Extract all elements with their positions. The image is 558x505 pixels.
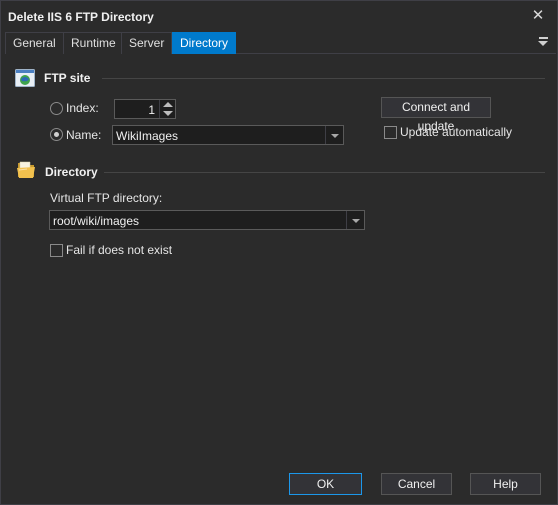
directory-divider (104, 172, 545, 173)
stepper-down-icon[interactable] (163, 111, 173, 116)
chevron-down-icon[interactable] (325, 126, 343, 144)
virtual-dir-label: Virtual FTP directory: (50, 191, 163, 205)
close-button[interactable]: ✕ (529, 7, 547, 25)
ok-button[interactable]: OK (289, 473, 362, 495)
name-radio[interactable] (50, 128, 63, 141)
update-automatically-label: Update automatically (400, 125, 513, 139)
tab-general[interactable]: General (5, 32, 64, 54)
index-radio[interactable] (50, 102, 63, 115)
index-stepper-arrows[interactable] (159, 100, 175, 118)
cancel-button[interactable]: Cancel (381, 473, 452, 495)
help-button[interactable]: Help (470, 473, 541, 495)
index-label: Index: (66, 101, 99, 115)
directory-header: Directory (45, 165, 98, 179)
name-combo[interactable]: WikiImages (112, 125, 344, 145)
name-label: Name: (66, 128, 102, 142)
tab-menu-icon[interactable] (538, 36, 550, 48)
tab-runtime[interactable]: Runtime (63, 32, 124, 54)
chevron-down-icon[interactable] (346, 211, 364, 229)
stepper-up-icon[interactable] (163, 102, 173, 107)
tab-bar: General Runtime Server Directory (5, 32, 556, 54)
ftp-site-header: FTP site (44, 71, 91, 85)
tab-directory[interactable]: Directory (172, 32, 237, 54)
update-automatically-checkbox[interactable] (384, 126, 397, 139)
name-combo-value: WikiImages (116, 129, 179, 143)
connect-update-button[interactable]: Connect and update (381, 97, 491, 133)
ftp-site-divider (102, 78, 545, 79)
fail-if-not-exist-label: Fail if does not exist (66, 243, 173, 257)
tab-server[interactable]: Server (121, 32, 173, 54)
ftp-site-icon (15, 69, 35, 87)
virtual-dir-value: root/wiki/images (53, 214, 140, 228)
window-title: Delete IIS 6 FTP Directory (8, 10, 154, 24)
index-stepper[interactable]: 1 (114, 99, 176, 119)
index-value: 1 (148, 103, 155, 117)
fail-if-not-exist-checkbox[interactable] (50, 244, 63, 257)
title-bar: Delete IIS 6 FTP Directory ✕ (1, 1, 557, 32)
dialog-window: Delete IIS 6 FTP Directory ✕ General Run… (0, 0, 558, 505)
folder-icon (15, 158, 37, 180)
virtual-dir-combo[interactable]: root/wiki/images (49, 210, 365, 230)
